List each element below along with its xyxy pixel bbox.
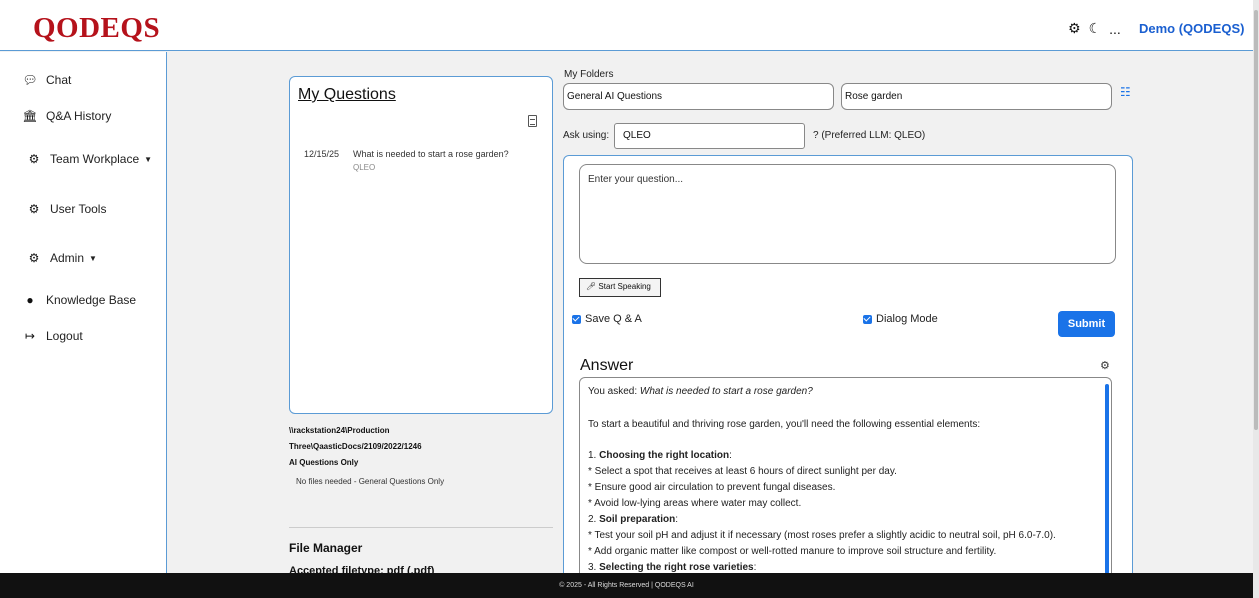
answer-bullet: * Ensure good air circulation to prevent…: [588, 482, 836, 493]
sidebar-item-label: User Tools: [50, 202, 107, 216]
question-textarea[interactable]: Enter your question...: [579, 164, 1116, 264]
answer-bullet: * Select a spot that receives at least 6…: [588, 466, 897, 477]
chat-bubble-icon: 💬︎: [22, 73, 38, 87]
answer-asked-line: You asked: What is needed to start a ros…: [588, 386, 813, 397]
checkbox-checked-icon: [863, 314, 872, 324]
asked-prefix: You asked:: [588, 386, 640, 397]
sidebar-item-user-tools[interactable]: ⚙ User Tools: [26, 202, 107, 216]
moon-icon[interactable]: ☾: [1089, 20, 1102, 37]
user-menu-link[interactable]: Demo (QODEQS): [1139, 21, 1244, 36]
dialog-mode-label: Dialog Mode: [876, 313, 938, 325]
my-questions-title[interactable]: My Questions: [298, 86, 396, 104]
answer-section-heading: 1. Choosing the right location:: [588, 450, 732, 461]
sidebar-item-knowledge-base[interactable]: ● Knowledge Base: [22, 293, 136, 307]
storage-scope: AI Questions Only: [289, 458, 359, 467]
section-number: 3.: [588, 562, 600, 573]
sidebar-item-chat[interactable]: 💬︎ Chat: [22, 73, 71, 87]
sidebar-item-label: Q&A History: [46, 109, 112, 123]
document-icon[interactable]: [528, 115, 537, 127]
bank-icon: 🏛︎: [22, 109, 38, 123]
header-toolbar: ⚙ ☾ ...: [1068, 20, 1121, 37]
gears-icon: ⚙: [28, 152, 40, 166]
brain-icon: ●: [26, 293, 34, 307]
sidebar-item-label: Team Workplace: [50, 152, 140, 166]
caret-down-icon: ▼: [89, 253, 97, 263]
page-footer: © 2025 - All Rights Reserved | QODEQS AI: [0, 573, 1253, 598]
sidebar-item-admin[interactable]: ⚙ Admin ▼: [26, 251, 97, 265]
start-speaking-button[interactable]: 🎤︎ Start Speaking: [579, 278, 661, 297]
dialog-mode-checkbox[interactable]: Dialog Mode: [863, 313, 938, 325]
save-qa-label: Save Q & A: [585, 313, 642, 325]
preferred-llm-note: ? (Preferred LLM: QLEO): [813, 130, 926, 141]
start-speaking-label: Start Speaking: [598, 282, 651, 291]
qodeqs-logo[interactable]: QODEQS: [33, 12, 160, 45]
ask-using-label: Ask using:: [563, 130, 610, 141]
answer-section-heading: 2. Soil preparation:: [588, 514, 679, 525]
answer-content[interactable]: You asked: What is needed to start a ros…: [579, 377, 1112, 573]
submit-button[interactable]: Submit: [1058, 311, 1115, 337]
save-qa-checkbox[interactable]: Save Q & A: [572, 313, 642, 325]
section-title: Choosing the right location: [599, 450, 730, 461]
logout-icon: ↦: [24, 329, 36, 343]
app-header: QODEQS ⚙ ☾ ... Demo (QODEQS): [0, 0, 1253, 51]
answer-bullet: * Avoid low-lying areas where water may …: [588, 498, 802, 509]
question-date: 12/15/25: [304, 149, 340, 159]
sidebar-item-team-workplace[interactable]: ⚙ Team Workplace ▼: [26, 152, 152, 166]
more-menu-button[interactable]: ...: [1109, 21, 1121, 37]
section-number: 1.: [588, 450, 600, 461]
answer-bullet: * Add organic matter like compost or wel…: [588, 546, 997, 557]
answer-options-icon[interactable]: ⚙: [1100, 359, 1110, 372]
storage-path-line: Three\QaasticDocs/2109/2022/1246: [289, 442, 422, 451]
answer-intro: To start a beautiful and thriving rose g…: [588, 419, 981, 430]
file-manager-title: File Manager: [289, 541, 363, 555]
answer-scrollbar[interactable]: [1105, 384, 1109, 573]
divider: [289, 527, 553, 528]
sidebar-item-label: Knowledge Base: [46, 293, 137, 307]
sidebar-item-label: Chat: [46, 73, 72, 87]
folder-tree-icon[interactable]: ☷: [1120, 85, 1131, 99]
page-scrollbar-thumb[interactable]: [1254, 10, 1258, 430]
question-llm-badge: QLEO: [353, 163, 376, 172]
sidebar-item-qa-history[interactable]: 🏛︎ Q&A History: [22, 109, 111, 123]
asked-question: What is needed to start a rose garden?: [639, 386, 813, 397]
storage-path-line: \\rackstation24\Production: [289, 426, 390, 435]
question-link[interactable]: What is needed to start a rose garden?: [353, 149, 509, 159]
gears-icon: ⚙: [28, 251, 40, 265]
answer-bullet: * Test your soil pH and adjust it if nec…: [588, 530, 1056, 541]
section-number: 2.: [588, 514, 600, 525]
page-scrollbar[interactable]: [1253, 0, 1259, 598]
sidebar-item-logout[interactable]: ↦ Logout: [22, 329, 83, 343]
answer-title: Answer: [580, 357, 634, 374]
llm-select-input[interactable]: QLEO: [614, 123, 805, 149]
folder-select-rose-garden[interactable]: Rose garden: [841, 83, 1112, 110]
my-folders-label: My Folders: [564, 69, 614, 80]
answer-section-heading: 3. Selecting the right rose varieties:: [588, 562, 757, 573]
section-title: Soil preparation: [599, 514, 676, 525]
microphone-icon: 🎤︎: [586, 282, 597, 291]
checkbox-checked-icon: [572, 314, 581, 324]
section-title: Selecting the right rose varieties: [599, 562, 754, 573]
folder-select-general[interactable]: General AI Questions: [563, 83, 834, 110]
gear-icon[interactable]: ⚙: [1068, 20, 1081, 37]
sidebar-item-label: Logout: [46, 329, 83, 343]
files-note: No files needed - General Questions Only: [296, 477, 445, 486]
sidebar-item-label: Admin: [50, 251, 85, 265]
caret-down-icon: ▼: [144, 154, 153, 164]
my-questions-panel: My Questions 12/15/25 What is needed to …: [289, 76, 553, 414]
sidebar: 💬︎ Chat 🏛︎ Q&A History ⚙ Team Workplace …: [0, 52, 167, 573]
gears-icon: ⚙: [28, 202, 40, 216]
storage-path-info: \\rackstation24\Production Three\Qaastic…: [289, 423, 422, 471]
